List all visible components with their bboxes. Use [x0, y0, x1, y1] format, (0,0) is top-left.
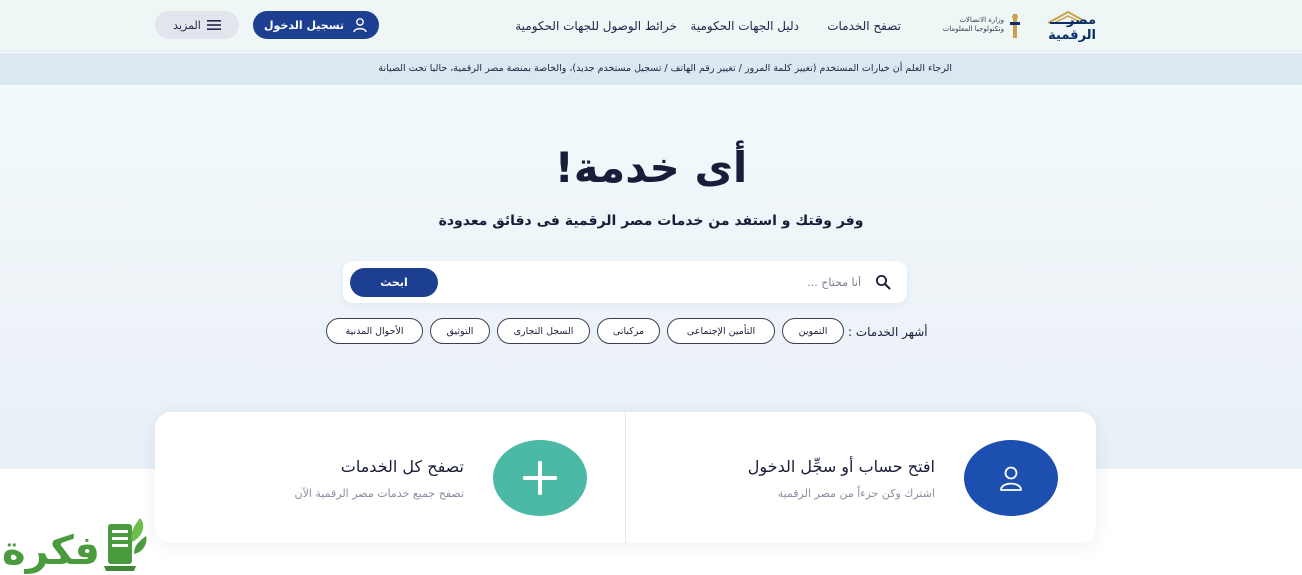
book-leaf-icon	[104, 518, 147, 571]
fekra-watermark: فكرة	[0, 510, 155, 575]
more-menu-button[interactable]: المزيد	[155, 11, 239, 39]
chip-commercial-registry[interactable]: السجل التجارى	[497, 318, 590, 344]
popular-services-label: أشهر الخدمات :	[848, 325, 928, 339]
browse-card-subtitle: تصفح جميع خدمات مصر الرقمية الآن	[294, 487, 464, 500]
maintenance-notice: الرجاء العلم أن خيارات المستخدم (تغيير ك…	[0, 53, 1302, 85]
hero-title: أى خدمة!	[554, 143, 748, 192]
nav-government-directory[interactable]: دليل الجهات الحكومية	[690, 19, 799, 33]
card-divider	[625, 412, 626, 543]
chip-civil-status[interactable]: الأحوال المدنية	[326, 318, 423, 344]
chip-tamween[interactable]: التموين	[782, 318, 844, 344]
watermark-text: فكرة	[2, 528, 100, 574]
more-label: المزيد	[173, 18, 201, 32]
search-button[interactable]: ابحث	[350, 268, 438, 297]
notice-text: الرجاء العلم أن خيارات المستخدم (تغيير ك…	[378, 63, 952, 74]
chip-social-insurance[interactable]: التأمين الإجتماعى	[667, 318, 775, 344]
chip-notarization[interactable]: التوثيق	[430, 318, 490, 344]
chip-vehicles[interactable]: مركباتى	[597, 318, 660, 344]
hero-subtitle: وفر وقتك و استفد من خدمات مصر الرقمية فى…	[438, 213, 864, 229]
account-card-title[interactable]: افتح حساب أو سجِّل الدخول	[748, 457, 935, 476]
search-input[interactable]	[561, 271, 861, 293]
search-bar: ابحث	[343, 261, 907, 303]
action-cards: افتح حساب أو سجِّل الدخول اشترك وكن جزءا…	[155, 412, 1096, 543]
top-header: مصر الرقمية وزارة الاتصالات وتكنولوجيا ا…	[0, 0, 1302, 52]
login-label: تسجيل الدخول	[264, 18, 345, 32]
login-button[interactable]: تسجيل الدخول	[253, 11, 379, 39]
ministry-logo: وزارة الاتصالات وتكنولوجيا المعلومات	[940, 10, 1022, 42]
browse-card-title[interactable]: تصفح كل الخدمات	[341, 457, 464, 476]
nav-browse-services[interactable]: تصفح الخدمات	[827, 19, 901, 33]
hamburger-icon	[206, 20, 221, 30]
eagle-emblem-icon	[1010, 14, 1020, 38]
user-icon	[1000, 466, 1022, 491]
digital-egypt-logo[interactable]: مصر الرقمية	[1036, 9, 1098, 43]
logo-text: مصر الرقمية	[1048, 13, 1096, 43]
nav-access-maps[interactable]: خرائط الوصول للجهات الحكومية	[515, 19, 677, 33]
search-icon[interactable]	[875, 274, 891, 290]
plus-icon	[523, 461, 557, 495]
ministry-name: وزارة الاتصالات وتكنولوجيا المعلومات	[942, 16, 1004, 33]
account-card-icon[interactable]	[964, 440, 1058, 516]
account-card-subtitle: اشترك وكن جزءاً من مصر الرقمية	[777, 487, 935, 500]
browse-card-icon[interactable]	[493, 440, 587, 516]
user-icon	[353, 18, 367, 33]
